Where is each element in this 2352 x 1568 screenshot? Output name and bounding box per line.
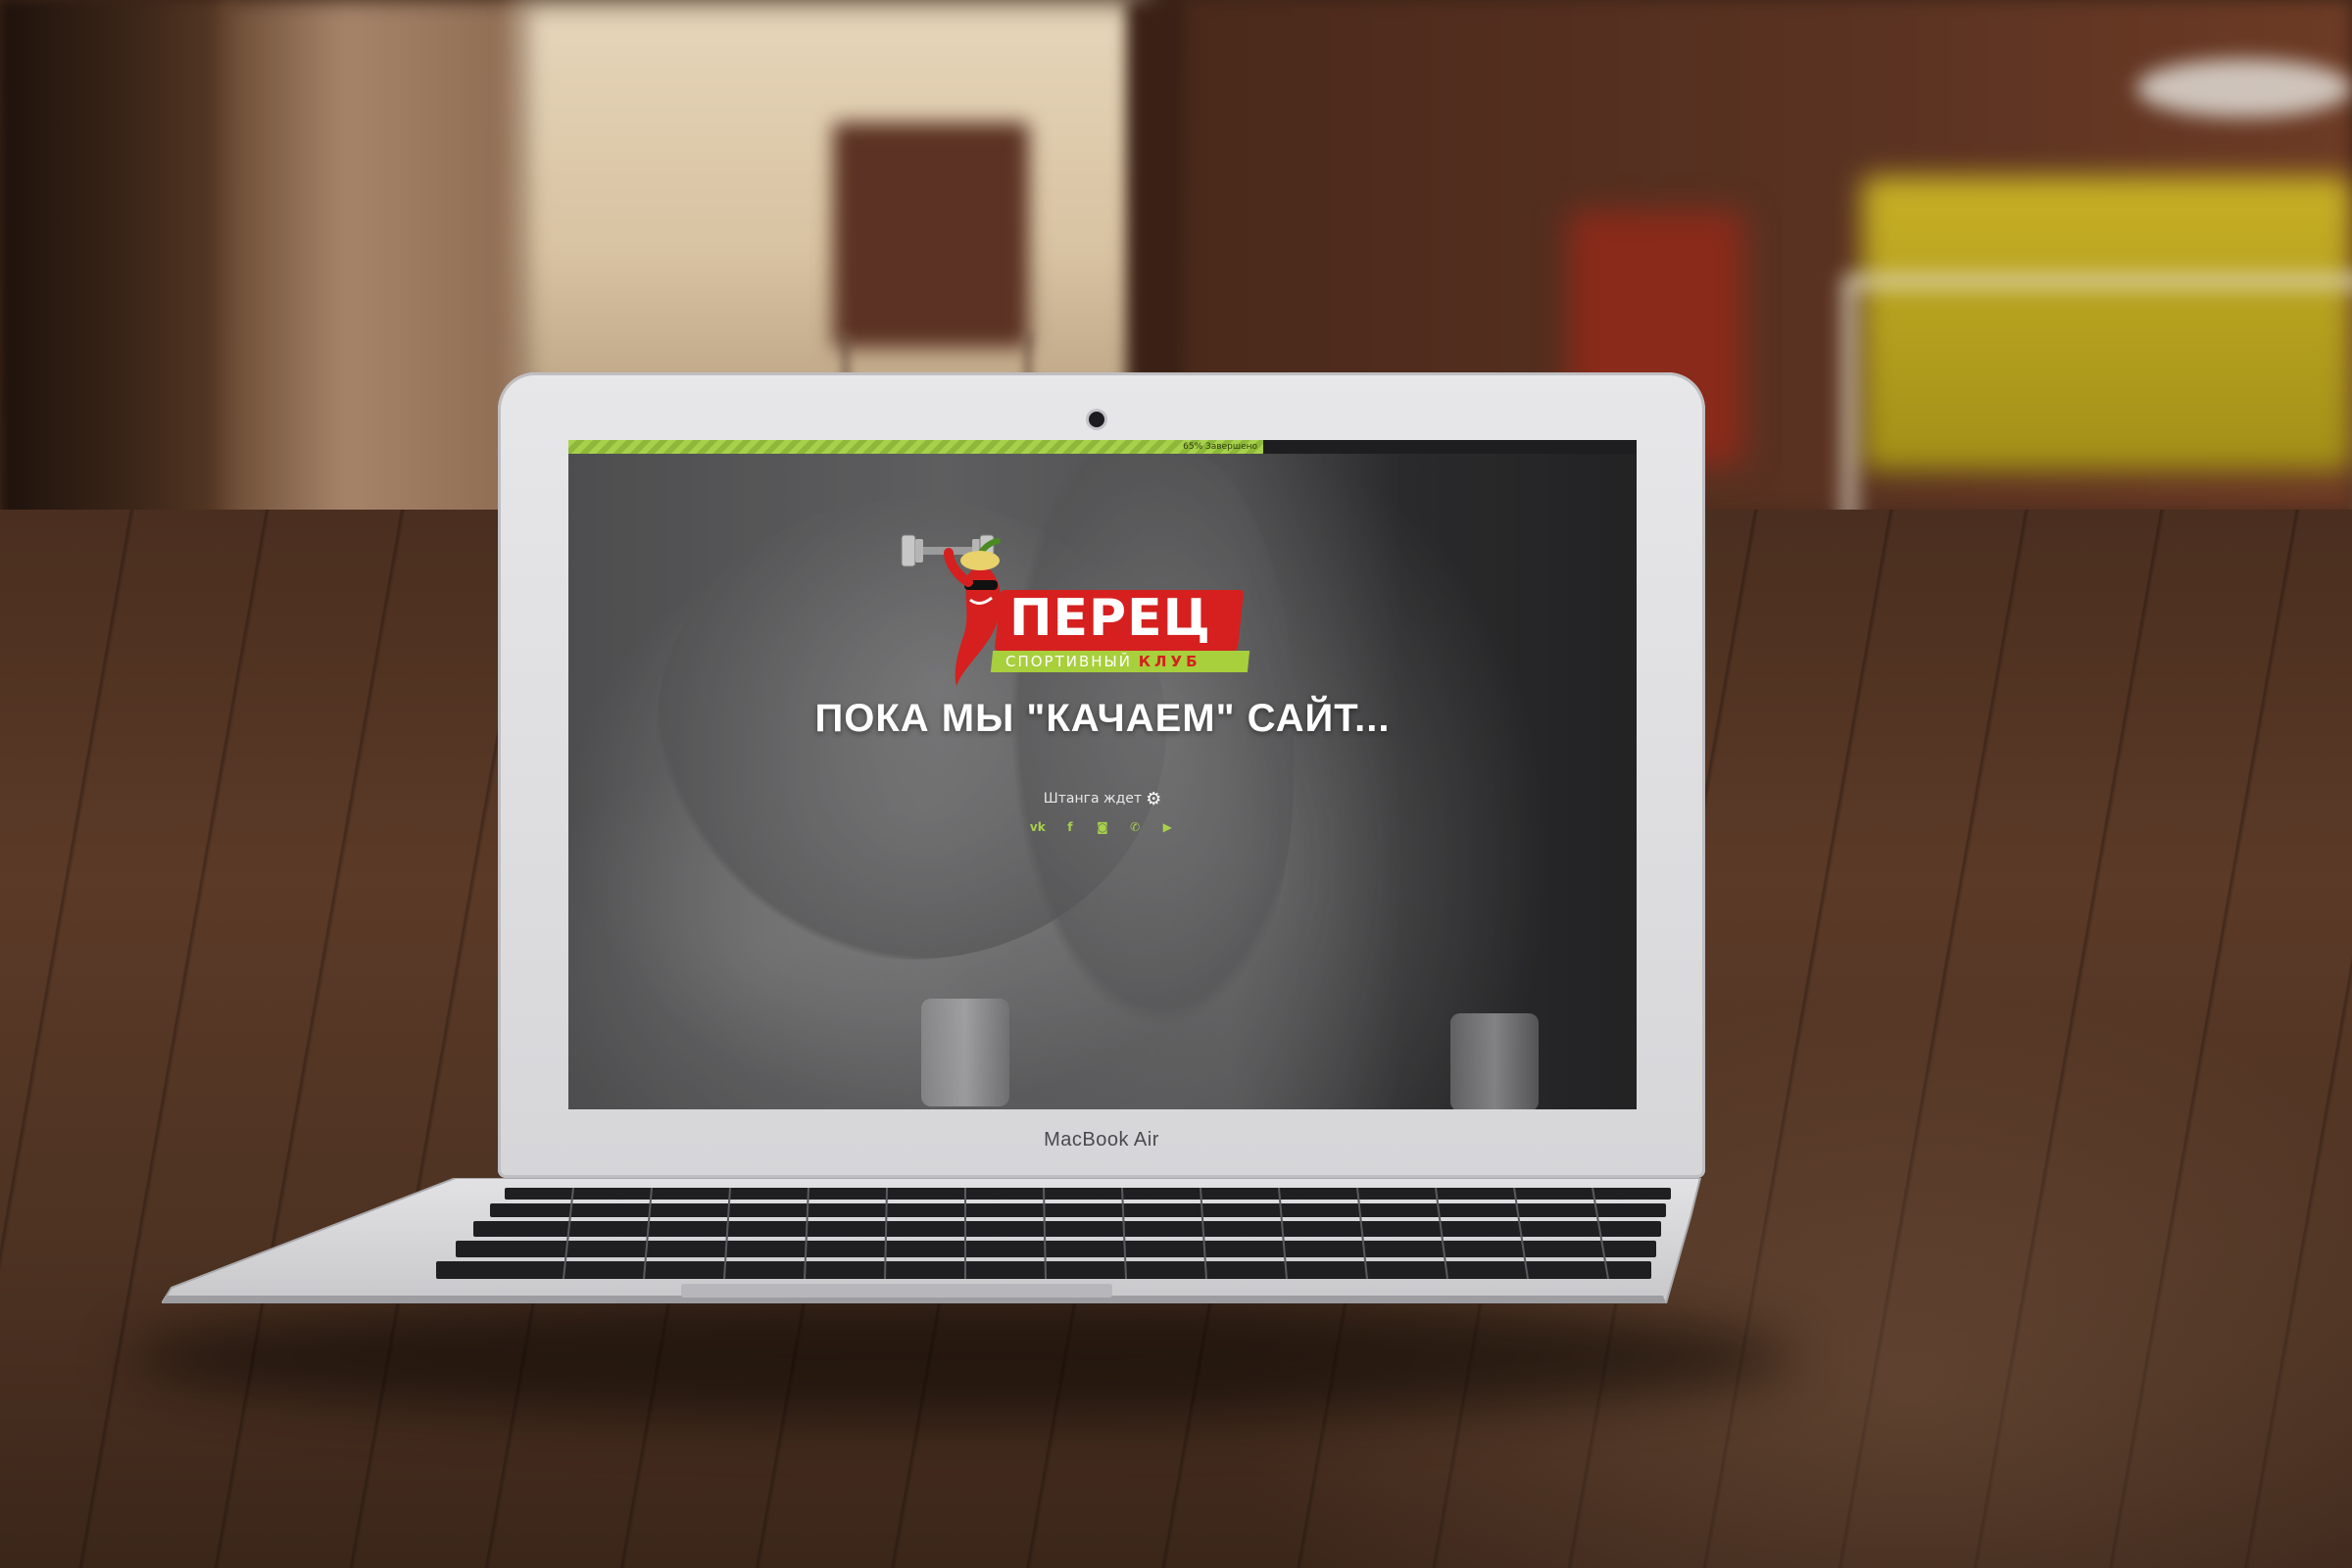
club-logo[interactable]: ПЕРЕЦ СПОРТИВНЫЙ КЛУБ [900, 523, 1252, 690]
logo-title: ПЕРЕЦ [1009, 589, 1211, 648]
gear-icon: ⚙ [1146, 789, 1162, 809]
logo-subtitle-main: СПОРТИВНЫЙ [1005, 653, 1133, 670]
webcam [1089, 412, 1104, 427]
page-headline: ПОКА МЫ "КАЧАЕМ" САЙТ... [814, 697, 1391, 740]
youtube-icon[interactable]: ▶ [1159, 820, 1175, 836]
device-brand-label: MacBook Air [1044, 1129, 1159, 1151]
progress-bar: 65% Завершено [568, 440, 1637, 454]
laptop-screen: 65% Завершено ПЕРЕЦ СПОРТИВНЫЙ КЛУБ ПОКА… [568, 440, 1637, 1109]
laptop-keyboard-deck [162, 1178, 1702, 1303]
logo-subtitle: СПОРТИВНЫЙ КЛУБ [1005, 652, 1201, 671]
phone-icon[interactable]: ✆ [1127, 820, 1143, 836]
logo-subtitle-accent: КЛУБ [1138, 653, 1201, 670]
progress-label: 65% Завершено [1183, 442, 1257, 452]
vk-icon[interactable]: vk [1030, 820, 1046, 836]
laptop-shadow [127, 1294, 1793, 1421]
ceiling-lamp [2136, 59, 2352, 118]
background-chair [833, 122, 1029, 348]
subline-text: Штанга ждет [1043, 791, 1143, 807]
facebook-icon[interactable]: f [1062, 820, 1078, 836]
progress-fill: 65% Завершено [568, 440, 1263, 454]
subline: Штанга ждет ⚙ [568, 789, 1637, 809]
social-links: vk f ◙ ✆ ▶ [568, 816, 1637, 836]
instagram-icon[interactable]: ◙ [1095, 820, 1110, 836]
laptop-base [162, 1178, 1730, 1303]
